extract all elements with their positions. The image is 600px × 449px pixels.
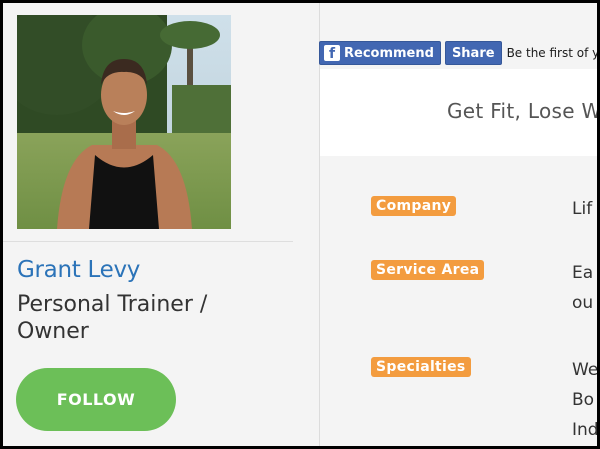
specialties-line: Bo <box>572 390 595 410</box>
company-value-line: Lif <box>572 199 593 219</box>
profile-photo <box>17 15 231 229</box>
facebook-share-button[interactable]: Share <box>444 41 502 65</box>
service-area-line: Ea <box>572 263 594 283</box>
specialties-line: We <box>572 360 597 380</box>
company-value: Lif <box>572 194 597 224</box>
facebook-icon: f <box>324 45 340 61</box>
specialties-value: We Bo Ind <box>572 355 597 445</box>
specialties-label: Specialties <box>371 357 471 377</box>
facebook-recommend-button[interactable]: f Recommend <box>319 41 441 65</box>
specialties-line: Ind <box>572 420 597 440</box>
service-area-label: Service Area <box>371 260 485 280</box>
tagline-text: Get Fit, Lose W <box>447 99 597 123</box>
profile-page: Grant Levy Personal Trainer / Owner FOLL… <box>3 3 597 446</box>
company-label: Company <box>371 196 457 216</box>
facebook-social-text: Be the first of yo <box>506 46 597 60</box>
service-area-value: Ea ou <box>572 258 597 318</box>
profile-role: Personal Trainer / Owner <box>17 292 208 344</box>
profile-divider <box>3 241 293 242</box>
facebook-bar: f Recommend Share Be the first of yo <box>319 40 597 66</box>
tagline-banner: Get Fit, Lose W <box>320 69 597 156</box>
follow-button[interactable]: FOLLOW <box>16 368 176 431</box>
profile-name[interactable]: Grant Levy <box>17 257 140 283</box>
service-area-line: ou <box>572 293 594 313</box>
recommend-label: Recommend <box>344 45 434 61</box>
